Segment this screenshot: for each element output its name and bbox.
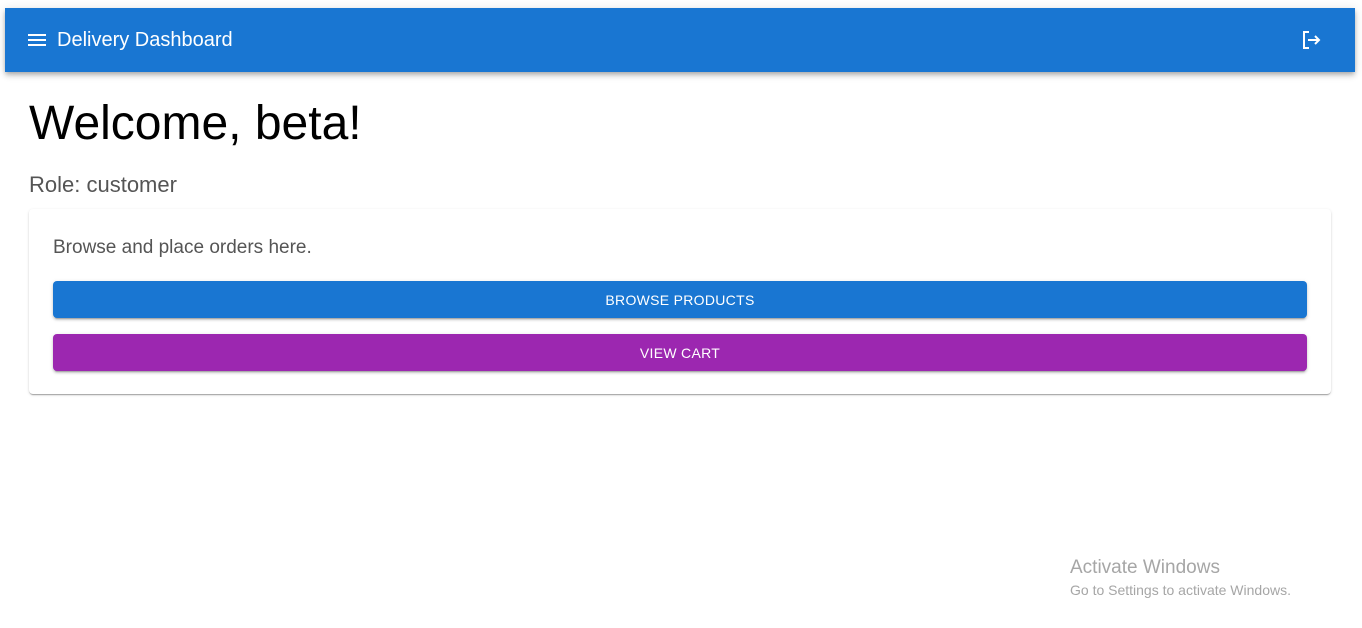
watermark-title: Activate Windows	[1070, 557, 1220, 578]
activate-windows-watermark: Activate Windows Go to Settings to activ…	[1070, 556, 1291, 600]
watermark-subtitle: Go to Settings to activate Windows.	[1070, 582, 1291, 598]
browse-products-button[interactable]: BROWSE PRODUCTS	[53, 281, 1307, 318]
customer-card: Browse and place orders here. BROWSE PRO…	[29, 209, 1331, 394]
view-cart-button[interactable]: VIEW CART	[53, 334, 1307, 371]
role-label: Role: customer	[29, 172, 177, 197]
app-bar: Delivery Dashboard	[5, 8, 1355, 72]
menu-button[interactable]	[21, 28, 53, 52]
logout-button[interactable]	[1295, 24, 1327, 56]
logout-icon	[1303, 31, 1321, 49]
card-description: Browse and place orders here.	[53, 237, 312, 258]
app-title: Delivery Dashboard	[57, 29, 233, 51]
welcome-heading: Welcome, beta!	[29, 97, 362, 150]
menu-icon	[28, 34, 46, 46]
